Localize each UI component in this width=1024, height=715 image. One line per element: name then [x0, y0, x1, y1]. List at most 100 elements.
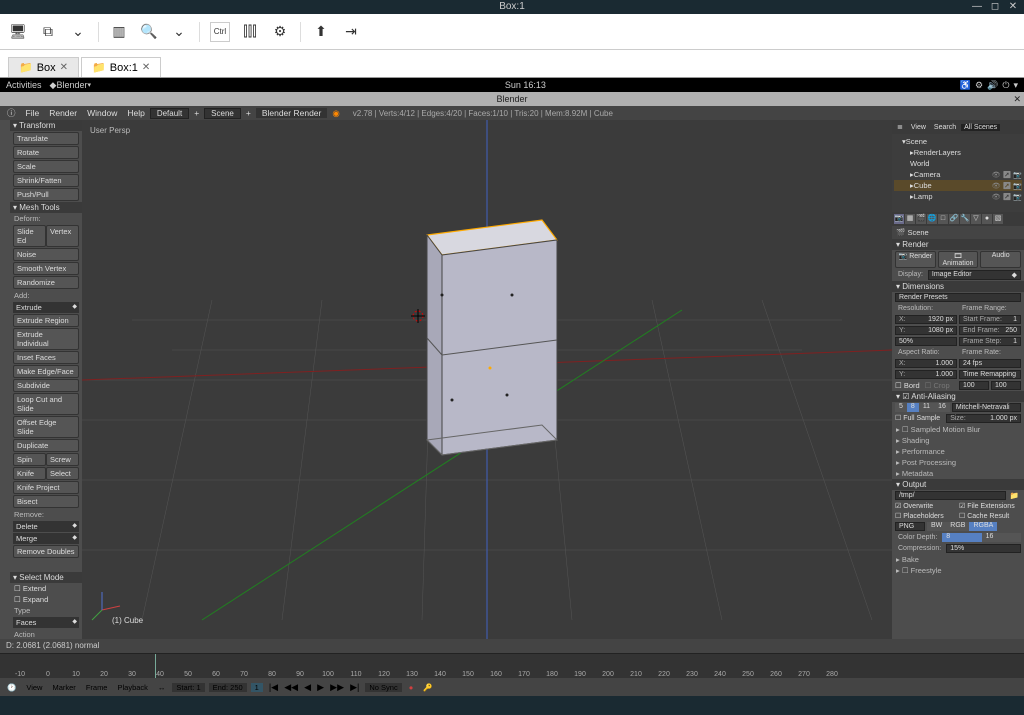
make-edge-face-button[interactable]: Make Edge/Face [13, 365, 79, 378]
outliner-cube[interactable]: Cube [914, 181, 992, 190]
chevron-down-icon[interactable]: ⌄ [169, 22, 189, 42]
anti-aliasing-header[interactable]: ▾ ☑ Anti-Aliasing [892, 391, 1024, 402]
material-tab-icon[interactable]: ● [982, 214, 992, 224]
shrink-fatten-button[interactable]: Shrink/Fatten [13, 174, 79, 187]
clock[interactable]: Sun 16:13 [91, 80, 960, 90]
dimensions-section-header[interactable]: ▾ Dimensions [892, 281, 1024, 292]
subdivide-button[interactable]: Subdivide [13, 379, 79, 392]
animation-button[interactable]: 🎞 Animation [938, 251, 979, 268]
close-icon[interactable]: ✕ [60, 62, 68, 73]
full-sample-checkbox[interactable]: ☐ Full Sample [895, 414, 940, 423]
rgba-button[interactable]: RGBA [969, 522, 997, 531]
mesh-tools-header[interactable]: ▾ Mesh Tools [10, 202, 82, 213]
start-frame-field[interactable]: Start: 1 [172, 683, 204, 692]
smooth-vertex-button[interactable]: Smooth Vertex [13, 262, 79, 275]
duplicate-button[interactable]: Duplicate [13, 439, 79, 452]
jump-start-icon[interactable]: |◀ [267, 682, 280, 692]
frame-step-field[interactable]: Frame Step:1 [959, 337, 1021, 346]
output-path-field[interactable]: /tmp/ [895, 491, 1006, 500]
display-mode-dropdown[interactable]: All Scenes [961, 124, 1000, 131]
ctrl-key-icon[interactable]: Ctrl [210, 22, 230, 42]
placeholders-checkbox[interactable]: ☐ Placeholders [895, 512, 957, 520]
timeline[interactable]: -100102030405060708090100110120130140150… [0, 653, 1024, 695]
resolution-y-field[interactable]: Y:1080 px [895, 326, 957, 335]
knife-project-button[interactable]: Knife Project [13, 481, 79, 494]
slide-edge-button[interactable]: Slide Ed [13, 225, 46, 247]
remove-doubles-button[interactable]: Remove Doubles [13, 545, 79, 558]
gear-icon[interactable]: ⚙ [270, 22, 290, 42]
file-extensions-checkbox[interactable]: ☑ File Extensions [959, 502, 1021, 510]
screw-button[interactable]: Screw [46, 453, 79, 466]
bisect-button[interactable]: Bisect [13, 495, 79, 508]
range-icon[interactable]: ↔ [155, 683, 169, 692]
activities-button[interactable]: Activities [6, 80, 42, 90]
close-icon[interactable]: ✕ [142, 62, 150, 73]
new-mapping-field[interactable]: 100 [991, 381, 1021, 390]
bake-header[interactable]: Bake [892, 554, 1024, 565]
aa-16-button[interactable]: 16 [934, 403, 950, 412]
merge-dropdown[interactable]: Merge [13, 533, 79, 544]
resolution-pct-field[interactable]: 50% [895, 337, 957, 346]
extrude-dropdown[interactable]: Extrude [13, 302, 79, 313]
layout-dropdown[interactable]: Default [150, 108, 189, 119]
power-icon[interactable]: ⏻ [1002, 80, 1009, 91]
overwrite-checkbox[interactable]: ☑ Overwrite [895, 502, 957, 510]
sampled-motion-blur-header[interactable]: ☐ Sampled Motion Blur [892, 424, 1024, 435]
aa-11-button[interactable]: 11 [919, 403, 934, 412]
knife-select-button[interactable]: Select [46, 467, 79, 480]
outliner-editor-icon[interactable]: ≣ [894, 123, 906, 131]
auto-keyframe-icon[interactable]: ● [406, 683, 417, 692]
outliner-lamp[interactable]: Lamp [914, 192, 992, 201]
delete-dropdown[interactable]: Delete [13, 521, 79, 532]
menu-help[interactable]: Help [122, 108, 149, 118]
timeline-ruler[interactable]: -100102030405060708090100110120130140150… [0, 654, 1024, 678]
extrude-region-button[interactable]: Extrude Region [13, 314, 79, 327]
zoom-icon[interactable]: 🔍 [139, 22, 159, 42]
close-button[interactable]: ✕ [1006, 0, 1020, 14]
object-tab-icon[interactable]: □ [938, 214, 948, 224]
cache-result-checkbox[interactable]: ☐ Cache Result [959, 512, 1021, 520]
aa-5-button[interactable]: 5 [895, 403, 907, 412]
aspect-x-field[interactable]: X:1.000 [895, 359, 957, 368]
extrude-individual-button[interactable]: Extrude Individual [13, 328, 79, 350]
aa-8-button[interactable]: 8 [907, 403, 919, 412]
menu-window[interactable]: Window [82, 108, 122, 118]
depth-8-button[interactable]: 8 [942, 533, 981, 542]
slide-vertex-button[interactable]: Vertex [46, 225, 79, 247]
data-tab-icon[interactable]: ▽ [971, 214, 981, 224]
keying-set-icon[interactable]: 🔑 [420, 683, 435, 692]
world-tab-icon[interactable]: 🌐 [927, 214, 937, 224]
chevron-down-icon[interactable]: ⌄ [68, 22, 88, 42]
prev-keyframe-icon[interactable]: ◀◀ [282, 682, 300, 692]
aspect-y-field[interactable]: Y:1.000 [895, 370, 957, 379]
depth-16-button[interactable]: 16 [982, 533, 1021, 542]
tab-box-1[interactable]: 📁 Box:1 ✕ [81, 57, 161, 77]
frame-menu[interactable]: Frame [83, 683, 111, 692]
render-button[interactable]: 📷 Render [895, 251, 936, 268]
windows-icon[interactable]: ▥ [109, 22, 129, 42]
play-icon[interactable]: ▶ [315, 682, 326, 692]
outliner-renderlayers[interactable]: RenderLayers [914, 148, 1022, 157]
end-frame-field[interactable]: End: 250 [209, 683, 247, 692]
monitor-icon[interactable]: 🖥 [8, 22, 28, 42]
maximize-button[interactable]: ◻ [988, 0, 1002, 14]
menu-render[interactable]: Render [44, 108, 82, 118]
shading-header[interactable]: Shading [892, 435, 1024, 446]
old-mapping-field[interactable]: 100 [959, 381, 989, 390]
accessibility-icon[interactable]: ♿ [960, 80, 971, 91]
play-reverse-icon[interactable]: ◀ [302, 682, 313, 692]
spin-button[interactable]: Spin [13, 453, 46, 466]
editor-type-icon[interactable]: 🕐 [4, 683, 19, 692]
rotate-button[interactable]: Rotate [13, 146, 79, 159]
outliner-world[interactable]: World [910, 159, 1022, 168]
render-tab-icon[interactable]: 📷 [894, 214, 904, 224]
rgb-button[interactable]: RGB [946, 522, 969, 531]
aa-size-field[interactable]: Size:1.000 px [946, 414, 1021, 423]
type-dropdown[interactable]: Faces [13, 617, 79, 628]
knife-button[interactable]: Knife [13, 467, 46, 480]
fps-dropdown[interactable]: 24 fps [959, 359, 1021, 368]
outliner-camera[interactable]: Camera [914, 170, 992, 179]
view-menu[interactable]: View [23, 683, 45, 692]
view-menu[interactable]: View [908, 124, 929, 131]
outliner-scene[interactable]: Scene [906, 137, 1022, 146]
